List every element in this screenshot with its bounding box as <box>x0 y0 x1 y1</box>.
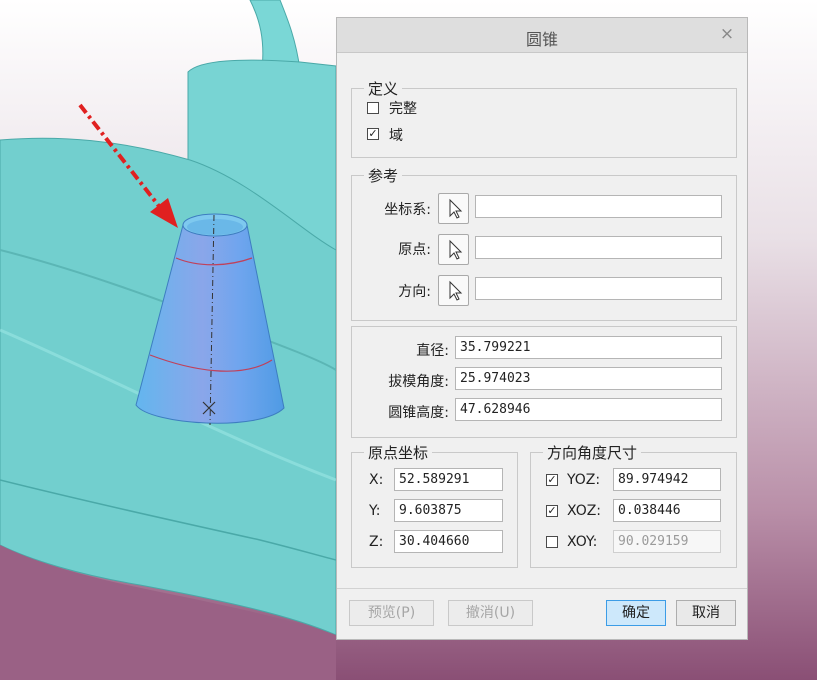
direction-angles-legend: 方向角度尺寸 <box>547 444 638 462</box>
origin-x-field[interactable]: 52.589291 <box>394 468 503 491</box>
arrow-cursor-icon <box>449 280 463 301</box>
arrow-cursor-icon <box>449 239 463 260</box>
button-bar-divider <box>337 588 747 589</box>
xoy-field[interactable]: 90.029159 <box>613 530 721 553</box>
checkbox-domain[interactable]: ✓ <box>367 128 379 140</box>
definition-group: 定义 <box>351 78 737 158</box>
origin-select-button[interactable] <box>438 234 469 265</box>
arrow-cursor-icon <box>449 198 463 219</box>
checkbox-complete[interactable] <box>367 102 379 114</box>
dialog-title: 圆锥 <box>525 30 558 49</box>
checkbox-yoz[interactable]: ✓ <box>546 474 558 486</box>
diameter-field[interactable]: 35.799221 <box>455 336 722 359</box>
draft-angle-label: 拔模角度: <box>388 374 449 390</box>
yoz-field[interactable]: 89.974942 <box>613 468 721 491</box>
xoy-label: XOY: <box>567 534 598 550</box>
preview-button[interactable]: 预览(P) <box>349 600 434 626</box>
diameter-label: 直径: <box>416 343 449 359</box>
ok-button[interactable]: 确定 <box>606 600 666 626</box>
direction-select-button[interactable] <box>438 275 469 306</box>
yoz-label: YOZ: <box>567 472 601 488</box>
cone-height-label: 圆锥高度: <box>388 405 449 421</box>
checkbox-xoy[interactable] <box>546 536 558 548</box>
definition-legend: 定义 <box>368 80 399 98</box>
coordinate-system-field[interactable] <box>475 195 722 218</box>
cancel-button[interactable]: 取消 <box>676 600 736 626</box>
origin-y-field[interactable]: 9.603875 <box>394 499 503 522</box>
origin-z-field[interactable]: 30.404660 <box>394 530 503 553</box>
coordinate-system-select-button[interactable] <box>438 193 469 224</box>
close-icon[interactable]: × <box>717 24 737 44</box>
checkbox-complete-label: 完整 <box>389 101 417 117</box>
cone-dialog: 圆锥 × 定义 完整 ✓ 域 参考 坐标系: 原点: 方向: 直径: 35.79… <box>336 17 748 640</box>
checkbox-domain-label: 域 <box>389 128 403 144</box>
origin-z-label: Z: <box>369 534 384 550</box>
xoz-label: XOZ: <box>567 503 602 519</box>
cone-height-field[interactable]: 47.628946 <box>455 398 722 421</box>
coordinate-system-label: 坐标系: <box>384 202 431 218</box>
origin-label: 原点: <box>398 242 431 258</box>
direction-field[interactable] <box>475 277 722 300</box>
dialog-titlebar[interactable]: 圆锥 × <box>337 18 747 53</box>
draft-angle-field[interactable]: 25.974023 <box>455 367 722 390</box>
origin-y-label: Y: <box>369 503 381 519</box>
undo-button[interactable]: 撤消(U) <box>448 600 533 626</box>
origin-field[interactable] <box>475 236 722 259</box>
direction-label: 方向: <box>398 284 431 300</box>
reference-legend: 参考 <box>368 167 399 185</box>
xoz-field[interactable]: 0.038446 <box>613 499 721 522</box>
checkbox-xoz[interactable]: ✓ <box>546 505 558 517</box>
origin-coords-legend: 原点坐标 <box>368 444 429 462</box>
origin-x-label: X: <box>369 472 384 488</box>
